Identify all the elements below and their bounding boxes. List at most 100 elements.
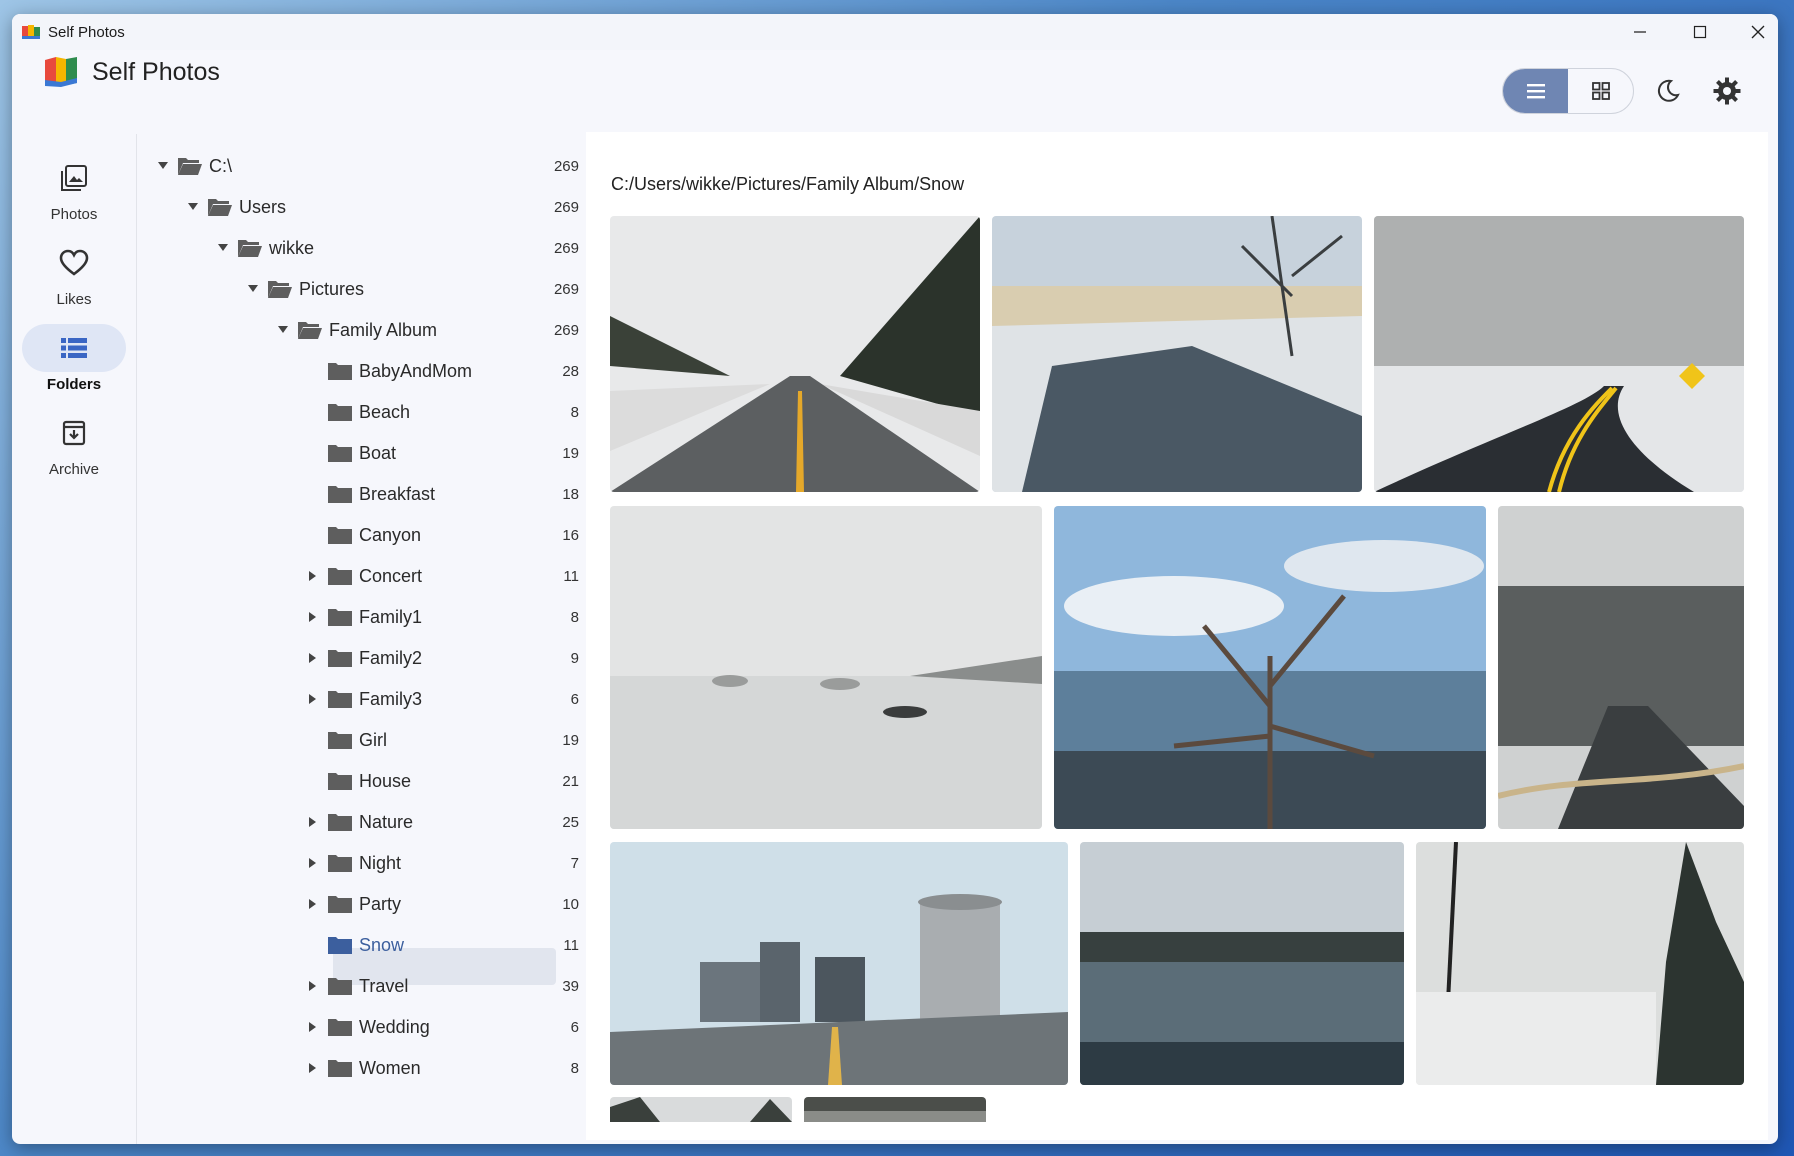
tree-item-c[interactable]: C:\ 269 (153, 148, 579, 184)
theme-toggle-button[interactable] (1649, 72, 1687, 110)
expand-arrow-icon[interactable] (273, 326, 293, 334)
minimize-button[interactable] (1610, 14, 1670, 50)
tree-item-label: Family3 (359, 688, 423, 709)
tree-item-count: 19 (562, 731, 579, 749)
expand-arrow-icon[interactable] (183, 203, 203, 211)
tree-item-snow[interactable]: Snow 11 (303, 927, 579, 963)
tree-item-babyandmom[interactable]: BabyAndMom 28 (303, 353, 579, 389)
photo-thumbnail[interactable] (610, 1097, 792, 1122)
collapse-arrow-icon[interactable] (303, 899, 323, 909)
collapse-arrow-icon[interactable] (303, 612, 323, 622)
tree-item-girl[interactable]: Girl 19 (303, 722, 579, 758)
app-title: Self Photos (92, 58, 220, 86)
photo-thumbnail[interactable] (1080, 842, 1404, 1085)
archive-icon (62, 420, 86, 446)
photo-thumbnail[interactable] (804, 1097, 986, 1122)
photo-grid-panel: C:/Users/wikke/Pictures/Family Album/Sno… (586, 132, 1768, 1140)
tree-item-breakfast[interactable]: Breakfast 18 (303, 476, 579, 512)
collapse-arrow-icon[interactable] (303, 1022, 323, 1032)
tree-item-label: Party (359, 893, 402, 914)
tree-item-label: Concert (359, 565, 423, 586)
folder-open-icon (177, 155, 203, 177)
tree-item-concert[interactable]: Concert 11 (303, 558, 579, 594)
tree-item-house[interactable]: House 21 (303, 763, 579, 799)
tree-item-family2[interactable]: Family2 9 (303, 640, 579, 676)
app-window: Self Photos Self Photos Photos Likes Fol… (12, 14, 1778, 1144)
photo-thumbnail[interactable] (610, 216, 980, 492)
folder-icon (327, 401, 353, 423)
photo-thumbnail[interactable] (1374, 216, 1744, 492)
maximize-button[interactable] (1670, 14, 1730, 50)
tree-item-label: Women (359, 1057, 421, 1078)
grid-view-button[interactable] (1568, 69, 1633, 113)
photo-thumbnail[interactable] (1054, 506, 1486, 829)
collapse-arrow-icon[interactable] (303, 858, 323, 868)
tree-item-count: 269 (553, 280, 579, 298)
folder-icon (327, 606, 353, 628)
nav-label: Likes (56, 291, 92, 308)
settings-button[interactable] (1708, 72, 1746, 110)
tree-item-party[interactable]: Party 10 (303, 886, 579, 922)
tree-item-label: Girl (359, 729, 387, 750)
tree-item-label: Night (359, 852, 402, 873)
tree-item-family1[interactable]: Family1 8 (303, 599, 579, 635)
photos-icon (61, 165, 87, 191)
tree-item-nature[interactable]: Nature 25 (303, 804, 579, 840)
tree-item-night[interactable]: Night 7 (303, 845, 579, 881)
folder-icon (327, 688, 353, 710)
close-button[interactable] (1728, 14, 1778, 50)
tree-item-wedding[interactable]: Wedding 6 (303, 1009, 579, 1045)
collapse-arrow-icon[interactable] (303, 571, 323, 581)
title-bar: Self Photos (12, 14, 1778, 50)
folder-icon (327, 934, 353, 956)
list-view-button[interactable] (1503, 69, 1568, 113)
photo-thumbnail[interactable] (610, 842, 1068, 1085)
tree-item-label: BabyAndMom (359, 360, 473, 381)
maximize-icon (1693, 25, 1707, 39)
tree-item-pictures[interactable]: Pictures 269 (243, 271, 579, 307)
collapse-arrow-icon[interactable] (303, 817, 323, 827)
tree-item-count: 8 (570, 403, 579, 421)
tree-item-count: 10 (562, 895, 579, 913)
tree-item-count: 39 (562, 977, 579, 995)
folder-icon (327, 811, 353, 833)
collapse-arrow-icon[interactable] (303, 653, 323, 663)
expand-arrow-icon[interactable] (243, 285, 263, 293)
tree-item-women[interactable]: Women 8 (303, 1050, 579, 1086)
collapse-arrow-icon[interactable] (303, 694, 323, 704)
nav-item-likes[interactable]: Likes (22, 239, 126, 315)
tree-item-count: 25 (562, 813, 579, 831)
collapse-arrow-icon[interactable] (303, 1063, 323, 1073)
folder-icon (327, 975, 353, 997)
tree-item-users[interactable]: Users 269 (183, 189, 579, 225)
tree-item-label: Canyon (359, 524, 422, 545)
nav-item-archive[interactable]: Archive (22, 409, 126, 485)
folder-icon (327, 852, 353, 874)
tree-item-wikke[interactable]: wikke 269 (213, 230, 579, 266)
photo-thumbnail[interactable] (992, 216, 1362, 492)
tree-item-count: 269 (553, 157, 579, 175)
tree-item-count: 19 (562, 444, 579, 462)
tree-item-family3[interactable]: Family3 6 (303, 681, 579, 717)
collapse-arrow-icon[interactable] (303, 981, 323, 991)
tree-item-label: Nature (359, 811, 414, 832)
photo-thumbnail[interactable] (610, 506, 1042, 829)
tree-item-count: 9 (570, 649, 579, 667)
tree-item-beach[interactable]: Beach 8 (303, 394, 579, 430)
photo-thumbnail[interactable] (1498, 506, 1744, 829)
tree-item-canyon[interactable]: Canyon 16 (303, 517, 579, 553)
folder-icon (327, 1016, 353, 1038)
tree-item-count: 269 (553, 198, 579, 216)
expand-arrow-icon[interactable] (153, 162, 173, 170)
tree-item-travel[interactable]: Travel 39 (303, 968, 579, 1004)
nav-item-folders[interactable]: Folders (22, 324, 126, 400)
photo-thumbnail[interactable] (1416, 842, 1744, 1085)
nav-item-photos[interactable]: Photos (22, 154, 126, 230)
tree-item-family-album[interactable]: Family Album 269 (273, 312, 579, 348)
tree-item-boat[interactable]: Boat 19 (303, 435, 579, 471)
moon-icon (1657, 79, 1680, 102)
expand-arrow-icon[interactable] (213, 244, 233, 252)
tree-item-count: 8 (570, 1059, 579, 1077)
folder-open-icon (297, 319, 323, 341)
tree-item-label: Boat (359, 442, 397, 463)
